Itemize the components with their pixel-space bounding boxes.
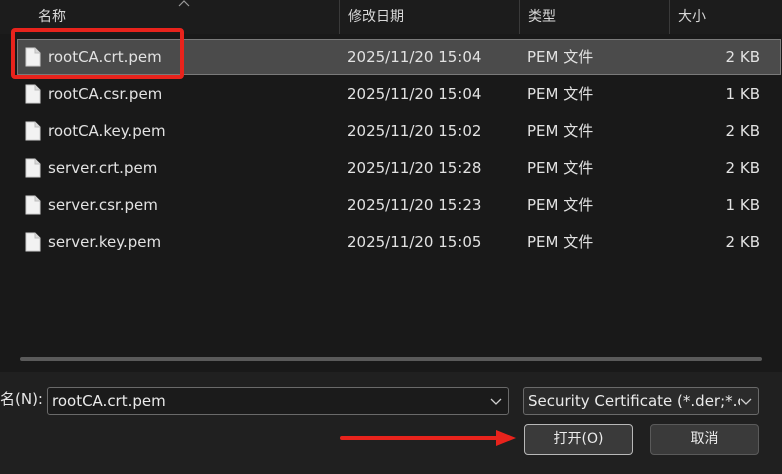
file-date: 2025/11/20 15:04 <box>347 85 482 103</box>
file-name: rootCA.csr.pem <box>48 85 163 103</box>
file-size: 2 KB <box>725 233 760 251</box>
file-size: 1 KB <box>725 85 760 103</box>
document-icon <box>25 158 41 178</box>
document-icon <box>25 47 41 67</box>
filetype-select[interactable]: Security Certificate (*.der;*.c <box>523 387 759 415</box>
file-date: 2025/11/20 15:04 <box>347 48 482 66</box>
filetype-value: Security Certificate (*.der;*.c <box>528 392 746 410</box>
cancel-button[interactable]: 取消 <box>650 424 759 455</box>
file-name: server.crt.pem <box>48 159 158 177</box>
chevron-down-icon[interactable] <box>490 396 502 406</box>
file-row[interactable]: rootCA.key.pem 2025/11/20 15:02 PEM 文件 2… <box>18 114 780 148</box>
file-size: 2 KB <box>725 159 760 177</box>
file-type: PEM 文件 <box>527 196 594 214</box>
file-row[interactable]: server.key.pem 2025/11/20 15:05 PEM 文件 2… <box>18 225 780 259</box>
file-type: PEM 文件 <box>527 122 594 140</box>
column-header-name[interactable]: 名称 <box>30 0 340 34</box>
chevron-down-icon <box>740 396 752 406</box>
file-row[interactable]: server.csr.pem 2025/11/20 15:23 PEM 文件 1… <box>18 188 780 222</box>
file-date: 2025/11/20 15:02 <box>347 122 482 140</box>
file-row[interactable]: rootCA.crt.pem 2025/11/20 15:04 PEM 文件 2… <box>17 39 781 75</box>
file-name: rootCA.crt.pem <box>48 48 162 66</box>
file-name: rootCA.key.pem <box>48 122 166 140</box>
open-button[interactable]: 打开(O) <box>524 424 633 455</box>
file-row[interactable]: server.crt.pem 2025/11/20 15:28 PEM 文件 2… <box>18 151 780 185</box>
file-type: PEM 文件 <box>527 159 594 177</box>
file-name: server.key.pem <box>48 233 162 251</box>
file-type: PEM 文件 <box>527 85 594 103</box>
document-icon <box>25 84 41 104</box>
file-row[interactable]: rootCA.csr.pem 2025/11/20 15:04 PEM 文件 1… <box>18 77 780 111</box>
file-list-header: 名称 修改日期 类型 大小 <box>0 0 782 34</box>
file-size: 2 KB <box>725 48 760 66</box>
column-header-date[interactable]: 修改日期 <box>340 0 520 34</box>
filename-label: 名(N): <box>0 390 43 408</box>
file-open-dialog: 名称 修改日期 类型 大小 rootCA.crt.pem 2025/11/20 … <box>0 0 782 474</box>
document-icon <box>25 232 41 252</box>
column-header-size[interactable]: 大小 <box>670 0 782 34</box>
file-date: 2025/11/20 15:23 <box>347 196 482 214</box>
file-size: 1 KB <box>725 196 760 214</box>
file-type: PEM 文件 <box>527 233 594 251</box>
file-type: PEM 文件 <box>527 48 594 66</box>
file-date: 2025/11/20 15:05 <box>347 233 482 251</box>
file-date: 2025/11/20 15:28 <box>347 159 482 177</box>
dialog-footer: 名(N): rootCA.crt.pem Security Certificat… <box>0 372 782 474</box>
column-header-type[interactable]: 类型 <box>520 0 670 34</box>
document-icon <box>25 121 41 141</box>
filename-input[interactable]: rootCA.crt.pem <box>47 387 509 415</box>
horizontal-scrollbar[interactable] <box>20 357 762 361</box>
filename-value: rootCA.crt.pem <box>52 392 166 410</box>
file-size: 2 KB <box>725 122 760 140</box>
document-icon <box>25 195 41 215</box>
file-name: server.csr.pem <box>48 196 158 214</box>
